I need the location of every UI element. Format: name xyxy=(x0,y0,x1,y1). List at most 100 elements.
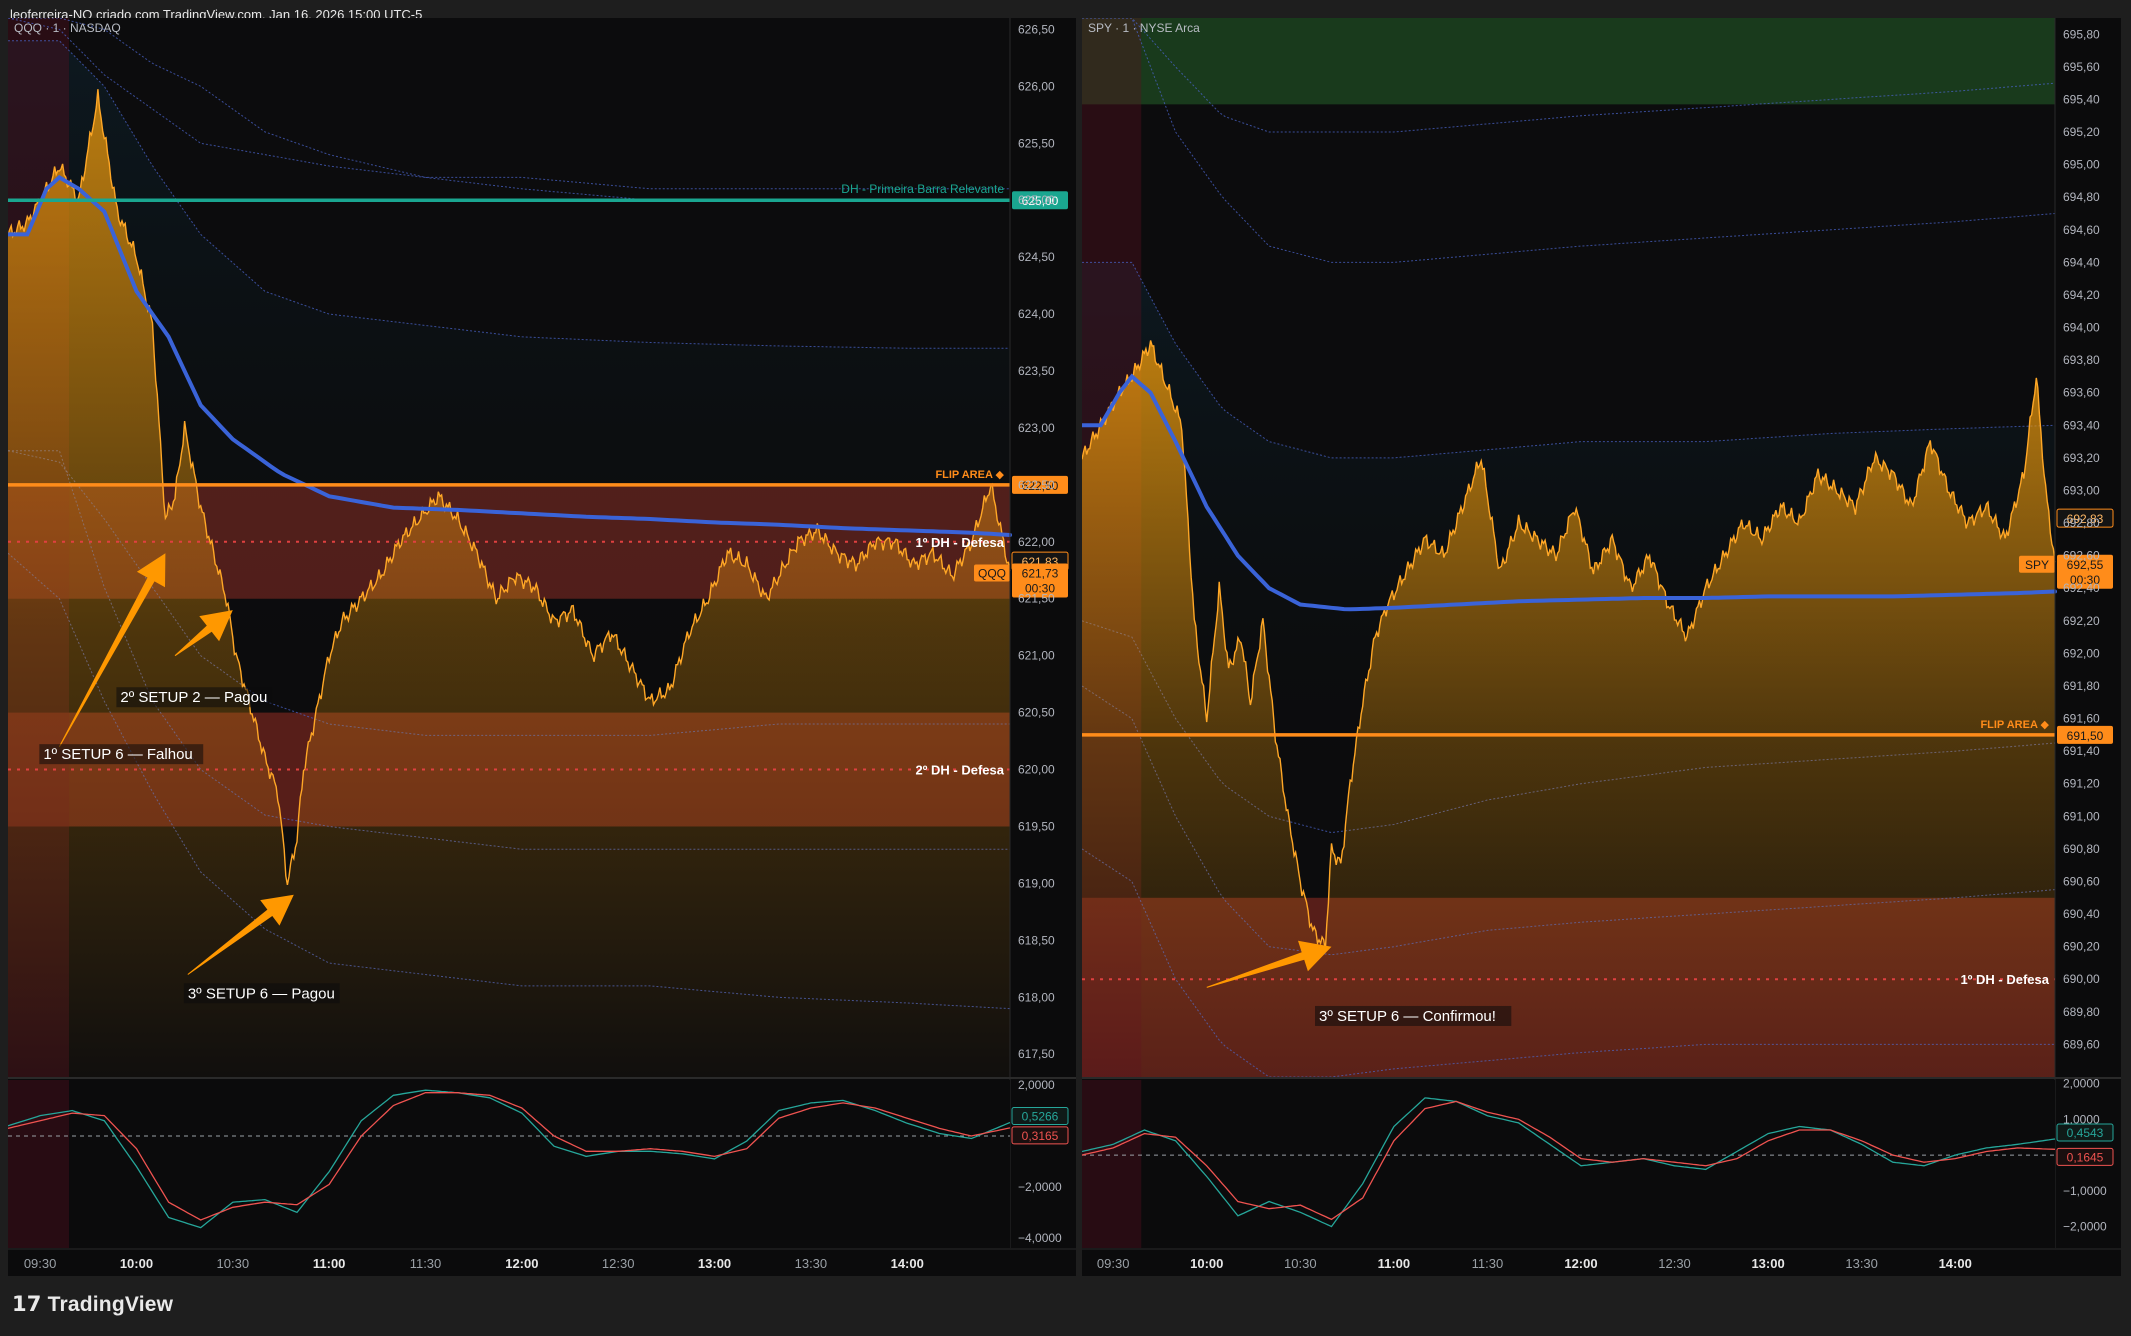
tradingview-logo-icon: 17 xyxy=(12,1292,42,1316)
y-tick-label: 690,40 xyxy=(2063,907,2100,921)
x-tick-label: 11:00 xyxy=(313,1256,346,1271)
symbol-label: SPY · 1 · NYSE Arca xyxy=(1088,21,1200,35)
x-tick-label: 10:00 xyxy=(120,1256,153,1271)
y-tick-label: 626,50 xyxy=(1018,22,1055,36)
level-3-label: 1º DH - Defesa xyxy=(915,535,1004,550)
y-tick-label: 694,20 xyxy=(2063,288,2100,302)
x-tick-label: 12:30 xyxy=(602,1256,635,1271)
last-price-text: 621,73 xyxy=(1022,567,1059,581)
stoch-k-value: 0,5266 xyxy=(1022,1110,1059,1124)
x-tick-label: 14:00 xyxy=(891,1256,924,1271)
y-tick-label: 689,60 xyxy=(2063,1037,2100,1051)
y-tick-label: 625,50 xyxy=(1018,136,1055,150)
level-1-label: DH - Primeira Barra Relevante xyxy=(841,182,1004,196)
y-tick-label: 695,80 xyxy=(2063,27,2100,41)
x-tick-label: 11:30 xyxy=(1472,1256,1504,1271)
y-tick-label: 624,50 xyxy=(1018,250,1055,264)
annotation-label-1: 1º SETUP 6 — Falhou xyxy=(43,746,192,763)
y-tick-label: 691,20 xyxy=(2063,777,2100,791)
x-tick-label: 13:30 xyxy=(795,1256,828,1271)
y-tick-label: 689,80 xyxy=(2063,1005,2100,1019)
osc-y-tick-label: −2,0000 xyxy=(1018,1180,1062,1194)
annotation-label-2: 2º SETUP 2 — Pagou xyxy=(120,689,267,706)
y-tick-label: 618,50 xyxy=(1018,933,1055,947)
y-tick-label: 622,50 xyxy=(1018,478,1055,492)
y-tick-label: 625,00 xyxy=(1018,193,1055,207)
y-tick-label: 621,00 xyxy=(1018,649,1055,663)
y-tick-label: 693,20 xyxy=(2063,451,2100,465)
y-tick-label: 693,40 xyxy=(2063,418,2100,432)
level-2-label: 1º DH - Defesa xyxy=(1960,972,2049,987)
stoch-d-value: 0,1645 xyxy=(2067,1150,2104,1164)
x-tick-label: 13:30 xyxy=(1845,1256,1878,1271)
y-tick-label: 691,00 xyxy=(2063,809,2100,823)
y-tick-label: 692,40 xyxy=(2063,581,2100,595)
stoch-k-value: 0,4543 xyxy=(2067,1126,2104,1140)
y-tick-label: 622,00 xyxy=(1018,535,1055,549)
y-tick-label: 620,50 xyxy=(1018,706,1055,720)
x-tick-label: 12:30 xyxy=(1658,1256,1691,1271)
level-2-label: FLIP AREA ◆ xyxy=(935,469,1004,481)
x-tick-label: 11:00 xyxy=(1378,1256,1411,1271)
y-tick-label: 621,50 xyxy=(1018,592,1055,606)
y-tick-label: 618,00 xyxy=(1018,990,1055,1004)
y-tick-label: 694,80 xyxy=(2063,190,2100,204)
y-tick-label: 693,60 xyxy=(2063,386,2100,400)
osc-y-tick-label: 2,0000 xyxy=(2063,1077,2100,1091)
x-tick-label: 09:30 xyxy=(1097,1256,1130,1271)
y-tick-label: 623,00 xyxy=(1018,421,1055,435)
tradingview-wordmark: TradingView xyxy=(47,1293,174,1316)
x-tick-label: 12:00 xyxy=(1564,1256,1597,1271)
x-tick-label: 12:00 xyxy=(505,1256,538,1271)
stoch-d-value: 0,3165 xyxy=(1022,1129,1059,1143)
osc-y-tick-label: −1,0000 xyxy=(2063,1184,2107,1198)
qqq-chart-svg[interactable]: DH - Primeira Barra Relevante 625,00 FLIP … xyxy=(8,18,1076,1276)
y-tick-label: 692,60 xyxy=(2063,549,2100,563)
y-tick-label: 691,80 xyxy=(2063,679,2100,693)
oscillator-premarket-shade xyxy=(8,1080,70,1248)
y-tick-label: 620,00 xyxy=(1018,763,1055,777)
x-tick-label: 11:30 xyxy=(410,1256,442,1271)
y-tick-label: 694,60 xyxy=(2063,223,2100,237)
annotation-label-1: 3º SETUP 6 — Confirmou! xyxy=(1319,1008,1496,1025)
tradingview-brand[interactable]: 17 TradingView xyxy=(12,1292,173,1317)
y-tick-label: 694,00 xyxy=(2063,321,2100,335)
y-tick-label: 695,20 xyxy=(2063,125,2100,139)
y-tick-label: 623,50 xyxy=(1018,364,1055,378)
spy-chart-pane[interactable]: FLIP AREA ◆ 691,50 1º DH - Defesa 692,83 SPY… xyxy=(1082,18,2121,1276)
x-tick-label: 10:30 xyxy=(217,1256,250,1271)
y-tick-label: 692,80 xyxy=(2063,516,2100,530)
y-tick-label: 695,00 xyxy=(2063,158,2100,172)
y-tick-label: 619,50 xyxy=(1018,819,1055,833)
y-tick-label: 690,20 xyxy=(2063,940,2100,954)
y-tick-label: 695,60 xyxy=(2063,60,2100,74)
y-tick-label: 624,00 xyxy=(1018,307,1055,321)
level-4-label: 2º DH - Defesa xyxy=(915,763,1004,778)
x-tick-label: 10:00 xyxy=(1190,1256,1223,1271)
symbol-tag-text: SPY xyxy=(2025,558,2049,572)
y-tick-label: 691,60 xyxy=(2063,712,2100,726)
qqq-chart-pane[interactable]: DH - Primeira Barra Relevante 625,00 FLIP … xyxy=(8,18,1076,1276)
osc-y-tick-label: −4,0000 xyxy=(1018,1231,1062,1245)
x-tick-label: 09:30 xyxy=(24,1256,57,1271)
y-tick-label: 690,00 xyxy=(2063,972,2100,986)
oscillator-premarket-shade xyxy=(1082,1080,1142,1248)
level-1-price-tag-text: 691,50 xyxy=(2067,729,2104,743)
x-tick-label: 13:00 xyxy=(698,1256,731,1271)
osc-y-tick-label: −2,0000 xyxy=(2063,1220,2107,1234)
x-tick-label: 10:30 xyxy=(1284,1256,1317,1271)
spy-chart-svg[interactable]: FLIP AREA ◆691,501º DH - Defesa692,83SPY… xyxy=(1082,18,2121,1276)
y-tick-label: 690,60 xyxy=(2063,874,2100,888)
y-tick-label: 690,80 xyxy=(2063,842,2100,856)
y-tick-label: 617,50 xyxy=(1018,1047,1055,1061)
y-tick-label: 692,00 xyxy=(2063,646,2100,660)
zone-2 xyxy=(1082,18,2055,105)
level-1-label: FLIP AREA ◆ xyxy=(1980,719,2049,731)
y-tick-label: 693,00 xyxy=(2063,483,2100,497)
x-tick-label: 14:00 xyxy=(1939,1256,1972,1271)
symbol-tag-text: QQQ xyxy=(978,567,1006,581)
y-tick-label: 691,40 xyxy=(2063,744,2100,758)
x-tick-label: 13:00 xyxy=(1751,1256,1784,1271)
y-tick-label: 694,40 xyxy=(2063,255,2100,269)
y-tick-label: 693,80 xyxy=(2063,353,2100,367)
